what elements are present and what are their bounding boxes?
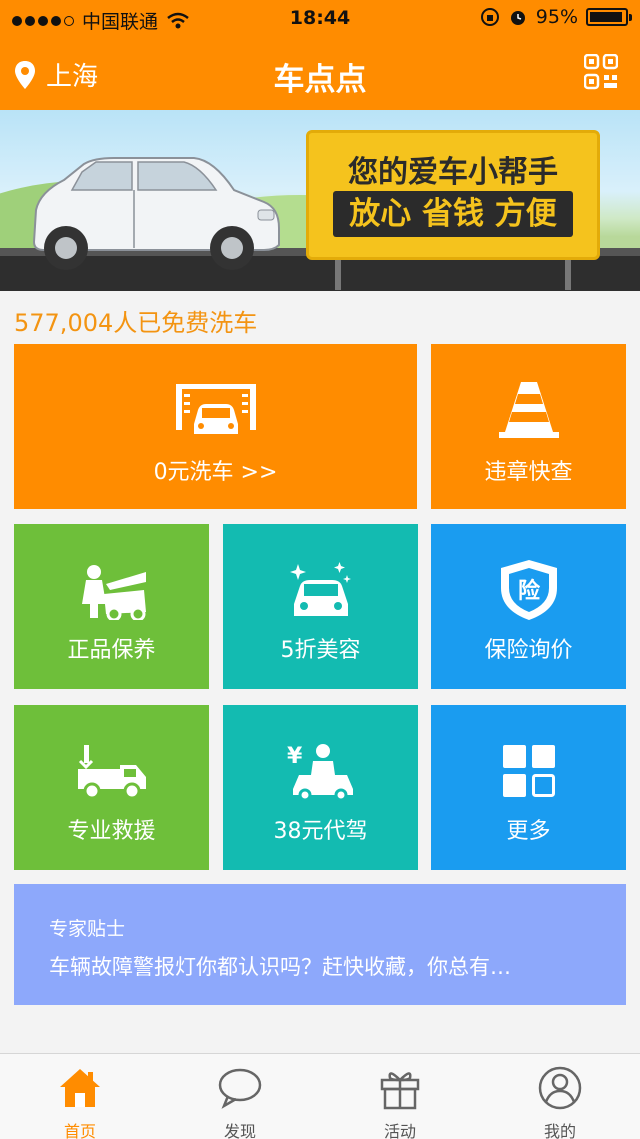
tab-home[interactable]: 首页	[0, 1054, 160, 1139]
tile-label: 保险询价	[484, 638, 573, 663]
tab-events[interactable]: 活动	[320, 1054, 480, 1139]
sign-post	[335, 260, 341, 290]
bottom-tab-bar: 首页 发现 活动 我的	[0, 1053, 640, 1139]
qr-code-icon[interactable]	[584, 54, 618, 90]
driver-icon: ¥	[287, 744, 353, 801]
free-wash-counter: 577,004人已免费洗车	[14, 309, 258, 337]
tow-truck-icon	[77, 745, 146, 799]
tile-label: 专业救援	[67, 819, 156, 844]
alarm-icon	[510, 11, 525, 25]
tile-insurance[interactable]: 险 保险询价	[431, 524, 626, 689]
sparkle-car-icon	[289, 562, 351, 616]
tile-designated-driver[interactable]: ¥ 38元代驾	[223, 705, 418, 870]
chat-bubble-icon	[218, 1068, 262, 1109]
banner-subline: 放心 省钱 方便	[333, 191, 573, 237]
sign-post	[565, 260, 571, 290]
mechanic-icon	[81, 565, 146, 620]
tab-label: 首页	[63, 1122, 96, 1139]
promo-banner[interactable]: 您的爱车小帮手 放心 省钱 方便	[0, 110, 640, 291]
tile-label: 5折美容	[280, 638, 361, 663]
app-header: 上海 车点点	[0, 36, 640, 110]
user-icon	[538, 1066, 582, 1110]
expert-tip-card[interactable]: 专家贴士 车辆故障警报灯你都认识吗？赶快收藏，你总有…	[14, 884, 626, 1005]
battery-icon	[586, 8, 632, 26]
top-bar: 中国联通 18:44 95% 上海 车点点	[0, 0, 640, 110]
tip-heading: 专家贴士	[49, 918, 126, 940]
car-illustration-icon	[32, 157, 280, 270]
tab-label: 发现	[223, 1122, 256, 1139]
status-bar: 中国联通 18:44 95%	[0, 0, 640, 36]
tile-label: 更多	[506, 819, 551, 844]
tile-violation-check[interactable]: 违章快查	[431, 344, 626, 509]
traffic-cone-icon	[498, 382, 559, 438]
banner-headline: 您的爱车小帮手	[348, 155, 558, 190]
tile-more[interactable]: 更多	[431, 705, 626, 870]
insurance-badge-text: 险	[517, 578, 540, 604]
tile-rescue[interactable]: 专业救援	[14, 705, 209, 870]
gift-icon	[380, 1072, 420, 1110]
page-title: 车点点	[273, 62, 367, 98]
tab-label: 活动	[383, 1122, 416, 1139]
svg-text:¥: ¥	[287, 744, 303, 769]
tile-beauty[interactable]: 5折美容	[223, 524, 418, 689]
battery-percent: 95%	[535, 6, 578, 28]
home-icon	[60, 1069, 100, 1107]
tile-maintenance[interactable]: 正品保养	[14, 524, 209, 689]
tile-car-wash[interactable]: 0元洗车 >>	[14, 344, 417, 509]
grid-icon	[502, 745, 555, 797]
rotation-lock-icon	[480, 8, 499, 26]
tile-label: 正品保养	[67, 638, 156, 663]
tile-label: 38元代驾	[273, 819, 368, 844]
tab-label: 我的	[543, 1122, 576, 1139]
car-wash-icon	[175, 384, 256, 434]
tip-body: 车辆故障警报灯你都认识吗？赶快收藏，你总有…	[49, 955, 511, 979]
insurance-shield-icon: 险	[500, 560, 557, 620]
banner-sign: 您的爱车小帮手 放心 省钱 方便	[306, 130, 600, 260]
tile-label: 0元洗车 >>	[153, 460, 278, 485]
tab-mine[interactable]: 我的	[480, 1054, 640, 1139]
tab-discover[interactable]: 发现	[160, 1054, 320, 1139]
tile-label: 违章快查	[484, 460, 573, 485]
status-right: 95%	[480, 6, 632, 28]
